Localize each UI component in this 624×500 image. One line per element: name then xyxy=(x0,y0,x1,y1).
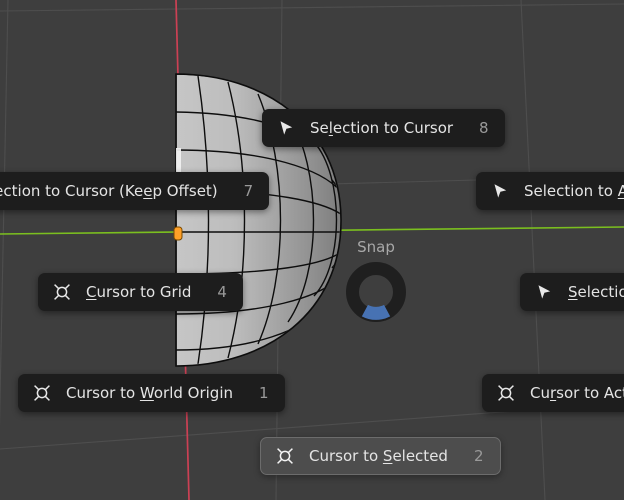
pie-item-label: Selection to A xyxy=(524,182,624,200)
pie-item-selection-to-cursor[interactable]: Selection to Cursor 8 xyxy=(262,109,505,147)
cursor-3d-icon xyxy=(54,284,70,300)
pie-item-cursor-to-selected[interactable]: Cursor to Selected 2 xyxy=(260,437,501,475)
pie-item-shortcut: 2 xyxy=(473,447,484,465)
viewport-scene xyxy=(0,0,624,500)
pie-item-cursor-to-world-origin[interactable]: Cursor to World Origin 1 xyxy=(18,374,285,412)
pie-item-cursor-to-grid[interactable]: Cursor to Grid 4 xyxy=(38,273,243,311)
blender-3d-viewport[interactable]: Snap Selection to Cursor 8 lection to Cu… xyxy=(0,0,624,500)
active-vertex-marker[interactable] xyxy=(173,226,183,241)
cursor-3d-icon xyxy=(498,385,514,401)
pie-item-selection-to-grid[interactable]: Selectio xyxy=(520,273,624,311)
pie-item-shortcut: 8 xyxy=(479,119,489,137)
cursor-arrow-icon xyxy=(538,285,551,299)
pie-item-label: Selectio xyxy=(568,283,624,301)
cursor-arrow-icon xyxy=(280,121,293,135)
pie-item-label: Cursor to Grid xyxy=(86,283,192,301)
pie-item-label: Selection to Cursor xyxy=(310,119,454,137)
pie-item-label: lection to Cursor (Keep Offset) xyxy=(0,182,218,200)
pie-item-label: Cursor to Acti xyxy=(530,384,624,402)
pie-item-selection-to-active[interactable]: Selection to A xyxy=(476,172,624,210)
pie-item-shortcut: 1 xyxy=(259,384,269,402)
cursor-3d-icon xyxy=(277,448,293,464)
pie-item-label: Cursor to World Origin xyxy=(66,384,233,402)
cursor-arrow-icon xyxy=(494,184,507,198)
pie-item-label: Cursor to Selected xyxy=(309,447,448,465)
cursor-3d-icon xyxy=(34,385,50,401)
pie-item-shortcut: 4 xyxy=(217,283,227,301)
pie-item-selection-to-cursor-keep-offset[interactable]: lection to Cursor (Keep Offset) 7 xyxy=(0,172,270,210)
pie-item-cursor-to-active[interactable]: Cursor to Acti xyxy=(482,374,624,412)
pie-item-shortcut: 7 xyxy=(243,182,254,200)
